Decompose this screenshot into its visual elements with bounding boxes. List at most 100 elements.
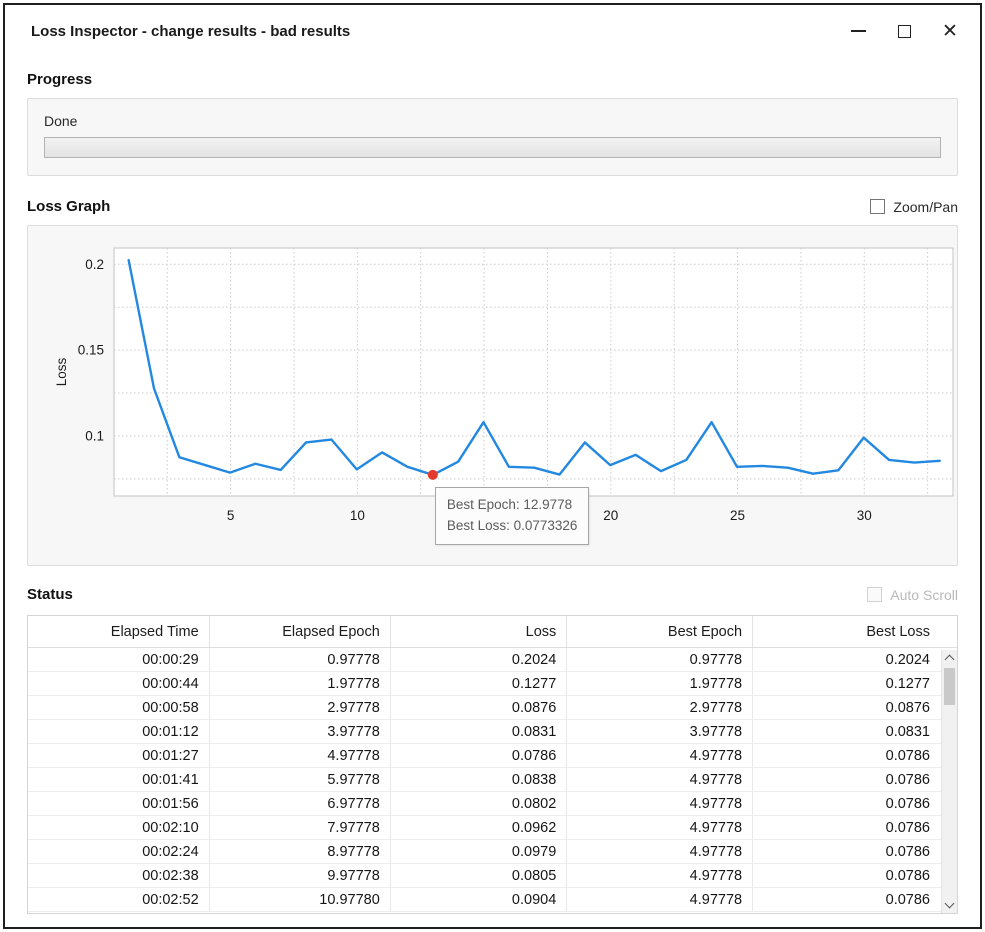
table-cell: 3.97778	[567, 720, 753, 744]
table-cell: 3.97778	[209, 720, 390, 744]
status-table-container: Elapsed TimeElapsed EpochLossBest EpochB…	[27, 615, 958, 914]
close-button[interactable]: ✕	[934, 15, 966, 47]
table-cell: 0.0831	[753, 720, 957, 744]
scrollbar-down-arrow[interactable]	[942, 897, 957, 913]
titlebar: Loss Inspector - change results - bad re…	[5, 5, 980, 57]
table-cell: 00:01:12	[28, 720, 209, 744]
table-cell: 0.0786	[753, 864, 957, 888]
table-cell: 0.0962	[390, 816, 567, 840]
table-cell: 0.0786	[753, 840, 957, 864]
table-column-header: Elapsed Time	[28, 616, 209, 648]
table-row[interactable]: 00:01:123.977780.08313.977780.0831	[28, 720, 957, 744]
table-column-header: Elapsed Epoch	[209, 616, 390, 648]
table-cell: 00:01:41	[28, 768, 209, 792]
svg-text:0.15: 0.15	[78, 343, 104, 358]
table-cell: 4.97778	[567, 888, 753, 912]
status-table: Elapsed TimeElapsed EpochLossBest EpochB…	[28, 616, 957, 912]
table-cell: 6.97778	[209, 792, 390, 816]
svg-text:10: 10	[350, 508, 365, 523]
table-cell: 0.97778	[567, 648, 753, 672]
table-cell: 00:01:56	[28, 792, 209, 816]
progress-done-label: Done	[44, 113, 941, 129]
table-cell: 7.97778	[209, 816, 390, 840]
chart-tooltip: Best Epoch: 12.9778 Best Loss: 0.0773326	[435, 487, 590, 545]
table-cell: 0.0979	[390, 840, 567, 864]
svg-text:30: 30	[857, 508, 872, 523]
scrollbar-thumb[interactable]	[944, 668, 955, 705]
table-row[interactable]: 00:00:582.977780.08762.977780.0876	[28, 696, 957, 720]
table-cell: 4.97778	[209, 744, 390, 768]
table-row[interactable]: 00:01:274.977780.07864.977780.0786	[28, 744, 957, 768]
table-row[interactable]: 00:00:441.977780.12771.977780.1277	[28, 672, 957, 696]
zoom-pan-checkbox[interactable]: Zoom/Pan	[870, 199, 958, 215]
table-cell: 0.2024	[390, 648, 567, 672]
table-cell: 0.0786	[753, 768, 957, 792]
table-cell: 0.0786	[753, 816, 957, 840]
svg-text:Loss: Loss	[54, 357, 69, 386]
window-title: Loss Inspector - change results - bad re…	[31, 23, 350, 40]
table-cell: 0.0904	[390, 888, 567, 912]
table-cell: 2.97778	[209, 696, 390, 720]
zoom-pan-checkbox-box[interactable]	[870, 199, 885, 214]
table-row[interactable]: 00:00:290.977780.20240.977780.2024	[28, 648, 957, 672]
table-cell: 00:00:29	[28, 648, 209, 672]
table-cell: 0.0786	[753, 888, 957, 912]
table-cell: 00:02:38	[28, 864, 209, 888]
window-controls: ✕	[842, 15, 966, 47]
table-cell: 00:02:10	[28, 816, 209, 840]
table-row[interactable]: 00:01:566.977780.08024.977780.0786	[28, 792, 957, 816]
loss-graph-heading: Loss Graph	[27, 198, 110, 215]
table-cell: 0.0802	[390, 792, 567, 816]
table-cell: 0.0838	[390, 768, 567, 792]
table-cell: 9.97778	[209, 864, 390, 888]
table-cell: 8.97778	[209, 840, 390, 864]
table-column-header: Loss	[390, 616, 567, 648]
table-cell: 0.2024	[753, 648, 957, 672]
svg-text:25: 25	[730, 508, 745, 523]
table-cell: 00:00:58	[28, 696, 209, 720]
auto-scroll-checkbox: Auto Scroll	[867, 587, 958, 603]
minimize-icon	[851, 30, 866, 32]
table-cell: 1.97778	[209, 672, 390, 696]
table-cell: 0.0805	[390, 864, 567, 888]
table-cell: 1.97778	[567, 672, 753, 696]
table-cell: 4.97778	[567, 864, 753, 888]
table-row[interactable]: 00:02:389.977780.08054.977780.0786	[28, 864, 957, 888]
tooltip-best-loss: Best Loss: 0.0773326	[447, 516, 578, 537]
auto-scroll-checkbox-box	[867, 587, 882, 602]
table-row[interactable]: 00:02:5210.977800.09044.977780.0786	[28, 888, 957, 912]
progress-bar	[44, 137, 941, 158]
table-cell: 0.0786	[753, 792, 957, 816]
table-cell: 0.0786	[753, 744, 957, 768]
loss-graph-group: 510152025300.10.150.2LossEpoch Best Epoc…	[27, 225, 958, 566]
table-row[interactable]: 00:02:107.977780.09624.977780.0786	[28, 816, 957, 840]
table-cell: 0.0786	[390, 744, 567, 768]
chevron-up-icon	[945, 655, 955, 665]
table-cell: 5.97778	[209, 768, 390, 792]
svg-text:5: 5	[227, 508, 235, 523]
table-row[interactable]: 00:02:248.977780.09794.977780.0786	[28, 840, 957, 864]
table-header-row: Elapsed TimeElapsed EpochLossBest EpochB…	[28, 616, 957, 648]
chevron-down-icon	[945, 899, 955, 909]
table-cell: 10.97780	[209, 888, 390, 912]
scrollbar-up-arrow[interactable]	[942, 650, 957, 666]
content: Progress Done Loss Graph Zoom/Pan 510152…	[5, 71, 980, 914]
table-cell: 4.97778	[567, 744, 753, 768]
table-cell: 4.97778	[567, 768, 753, 792]
table-cell: 0.0876	[753, 696, 957, 720]
chart-area[interactable]: 510152025300.10.150.2LossEpoch Best Epoc…	[36, 234, 949, 557]
table-cell: 0.1277	[753, 672, 957, 696]
window: Loss Inspector - change results - bad re…	[3, 3, 982, 929]
table-column-header: Best Epoch	[567, 616, 753, 648]
close-icon: ✕	[942, 22, 958, 41]
table-cell: 2.97778	[567, 696, 753, 720]
table-cell: 4.97778	[567, 816, 753, 840]
maximize-button[interactable]	[888, 15, 920, 47]
table-row[interactable]: 00:01:415.977780.08384.977780.0786	[28, 768, 957, 792]
maximize-icon	[898, 25, 911, 38]
table-cell: 00:01:27	[28, 744, 209, 768]
minimize-button[interactable]	[842, 15, 874, 47]
table-scrollbar[interactable]	[941, 650, 957, 913]
table-cell: 00:02:24	[28, 840, 209, 864]
progress-group: Done	[27, 98, 958, 176]
